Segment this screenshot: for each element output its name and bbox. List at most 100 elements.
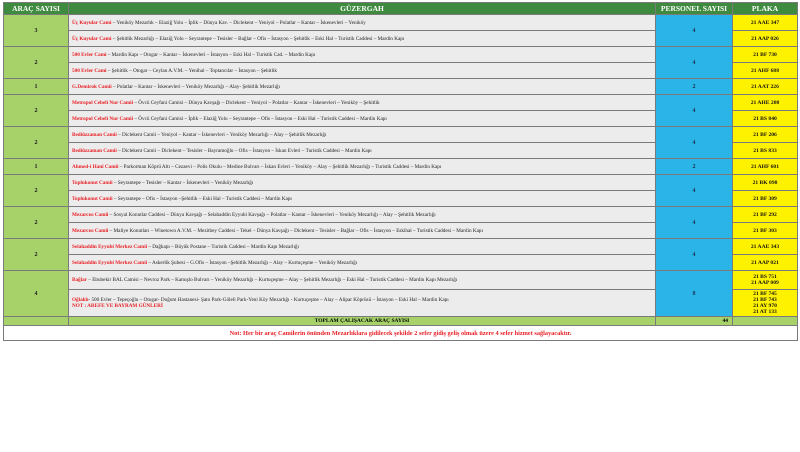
mosque-name: Toplukonut Camii (72, 179, 113, 186)
header-plaka: PLAKA (732, 2, 798, 15)
plaka-cell: 21 AAE 343 (732, 238, 798, 255)
plaka-cell: 21 BF 206 (732, 126, 798, 143)
route-text: – Sosyal Konutlar Caddesi – Dünya Kavşağ… (108, 211, 436, 218)
mosque-name: 500 Evler Cami (72, 67, 107, 74)
plate-number: 21 BF 303 (753, 227, 777, 234)
header-row: ARAÇ SAYISI GÜZERGAH PERSONEL SAYISI PLA… (3, 2, 798, 15)
route-table-body: 3 Üç Kuyular Cami – Yeniköy Mezarlık – El… (3, 14, 798, 317)
table-row: 1 G.Demirok Camii – Polatlar – Kantar – İ… (3, 78, 798, 95)
plaka-cell: 21 BS 751 21 AAP 009 (732, 270, 798, 290)
plaka-cell: 21 BF 309 (732, 190, 798, 207)
route-text: – Övcü Ceyfani Camisi – İplik – Elaziğ Y… (133, 115, 387, 122)
arac-sayisi-cell: 2 (3, 94, 69, 127)
route-cell: Bediüzzaman Camii – Diclekent Camii – Di… (68, 142, 656, 159)
route-cell: Bağlar – Ebubekir BAL Camisi – Nevroz Pa… (68, 270, 656, 290)
total-value: 44 (655, 316, 733, 326)
table-row: 4 Bağlar – Ebubekir BAL Camisi – Nevroz P… (3, 270, 798, 317)
mosque-name: 500 Evler Cami (72, 51, 107, 58)
route-cell: Bediüzzaman Camii – Diclekent Camii – Ye… (68, 126, 656, 143)
table-row: 2 Mezarcısı Camii – Sosyal Konutlar Cadde… (3, 206, 798, 239)
plaka-cell: 21 AHF 688 (732, 62, 798, 79)
arac-sayisi-cell: 2 (3, 174, 69, 207)
table-row: 2 Bediüzzaman Camii – Diclekent Camii – Y… (3, 126, 798, 159)
table-row: 2 500 Evler Cami – Mardin Kapı – Otogar –… (3, 46, 798, 79)
total-label: TOPLAM ÇALIŞACAK ARAÇ SAYISI (68, 316, 656, 326)
route-text: – Seyrantepe – Tesisler – Kantar – İsken… (112, 179, 254, 186)
header-personel-sayisi: PERSONEL SAYISI (655, 2, 733, 15)
plate-number: 21 AAP 021 (751, 259, 779, 266)
route-text: – Seyrantepe – Ofis – İstasyon –Şehitlik… (112, 195, 292, 202)
header-guzergah: GÜZERGAH (68, 2, 656, 15)
route-text: – Övcü Ceyfani Camisi – Dünya Kavşağı – … (133, 99, 380, 106)
footer-row: Not: Her bir araç Camilerin önünden Meza… (3, 325, 798, 341)
route-cell: Üç Kuyular Cami – Yeniköy Mezarlık – Ela… (68, 14, 656, 31)
plate-number: 21 BF 730 (753, 51, 777, 58)
plaka-cell: 21 BS 833 (732, 142, 798, 159)
plaka-cell: 21 AHE 208 (732, 94, 798, 111)
arac-sayisi-cell: 2 (3, 46, 69, 79)
route-text: – Parkorman Köprü Altı – Cezaevi – Polis… (118, 163, 442, 170)
route-cell: Toplukonut Camii – Seyrantepe – Ofis – İ… (68, 190, 656, 207)
personel-sayisi-cell: 4 (655, 46, 733, 79)
schedule-sheet: ARAÇ SAYISI GÜZERGAH PERSONEL SAYISI PLA… (3, 2, 798, 341)
mosque-name: Bediüzzaman Camii (72, 147, 117, 154)
plate-number: 21 AHF 601 (750, 163, 780, 170)
personel-sayisi-cell: 4 (655, 94, 733, 127)
plaka-cell: 21 AAE 347 (732, 14, 798, 31)
footer-note: Not: Her bir araç Camilerin önünden Meza… (3, 325, 798, 341)
plaka-cell: 21 BF 292 (732, 206, 798, 223)
table-row: 2 Metropol Cebeli Nur Camii – Övcü Ceyfan… (3, 94, 798, 127)
mosque-name: Mezarcısı Camii (72, 227, 109, 234)
route-text: – Mardin Kapı – Otogar – Kantar – İskene… (106, 51, 316, 58)
plaka-cell: 21 BF 730 (732, 46, 798, 63)
plate-number: 21 BS 840 (753, 115, 777, 122)
table-row: 2 Selahaddin Eyyubi Merkez Camii – Dağkap… (3, 238, 798, 271)
arac-sayisi-cell: 1 (3, 158, 69, 175)
table-row: 2 Toplukonut Camii – Seyrantepe – Tesisle… (3, 174, 798, 207)
total-row: TOPLAM ÇALIŞACAK ARAÇ SAYISI 44 (3, 316, 798, 326)
table-row: 1 Ahmed-i Hanî Camii – Parkorman Köprü Al… (3, 158, 798, 175)
plate-number: 21 BK 098 (752, 179, 778, 186)
route-text: – Şehitlik – Otogar – Ceylan A.V.M. – Ye… (106, 67, 277, 74)
plate-number: 21 BS 833 (753, 147, 777, 154)
mosque-name: Metropol Cebeli Nur Camii (72, 99, 134, 106)
plate-number: 21 BF 206 (753, 131, 777, 138)
route-cell: Oğlaklı- 500 Evler – Tepeçoğlu – Otogar-… (68, 289, 656, 317)
route-text: – Askerlik Şubesi – G.Ofis – İstasyon –Ş… (147, 259, 358, 266)
plaka-cell: 21 BS 840 (732, 110, 798, 127)
plaka-cell: 21 AAP 026 (732, 30, 798, 47)
arac-sayisi-cell: 4 (3, 270, 69, 317)
mosque-name: Toplukonut Camii (72, 195, 113, 202)
personel-sayisi-cell: 8 (655, 270, 733, 317)
route-cell: 500 Evler Cami – Mardin Kapı – Otogar – … (68, 46, 656, 63)
route-cell: G.Demirok Camii – Polatlar – Kantar – İs… (68, 78, 656, 95)
table-row: 3 Üç Kuyular Cami – Yeniköy Mezarlık – El… (3, 14, 798, 47)
personel-sayisi-cell: 4 (655, 238, 733, 271)
mosque-name: G.Demirok Camii (72, 83, 112, 90)
route-cell: Metropol Cebeli Nur Camii – Övcü Ceyfani… (68, 94, 656, 111)
route-note: NOT : AREFE VE BAYRAM GÜNLERİ (72, 303, 163, 309)
personel-sayisi-cell: 4 (655, 14, 733, 47)
mosque-name: Ahmed-i Hanî Camii (72, 163, 119, 170)
route-text: – Diclekent Camii – Diclekent – Tesisler… (116, 147, 372, 154)
route-text: – Ebubekir BAL Camisi – Nevroz Park – Ka… (87, 277, 458, 283)
plate-number: 21 AT 133 (753, 309, 777, 315)
route-table: ARAÇ SAYISI GÜZERGAH PERSONEL SAYISI PLA… (3, 2, 798, 341)
plaka-cell: 21 AAT 226 (732, 78, 798, 95)
route-cell: Mezarcısı Camii – Sosyal Konutlar Caddes… (68, 206, 656, 223)
header-arac-sayisi: ARAÇ SAYISI (3, 2, 69, 15)
mosque-name: Metropol Cebeli Nur Camii (72, 115, 134, 122)
plate-number: 21 BF 292 (753, 211, 777, 218)
arac-sayisi-cell: 2 (3, 206, 69, 239)
plate-number: 21 AAE 347 (750, 19, 780, 26)
plaka-cell: 21 BF 745 21 BF 743 21 AY 970 21 AT 133 (732, 289, 798, 317)
plate-number: 21 AAP 009 (751, 280, 779, 286)
plate-number: 21 AAE 343 (750, 243, 780, 250)
arac-sayisi-cell: 2 (3, 126, 69, 159)
mosque-name: Bağlar (72, 277, 87, 283)
mosque-name: Selahaddin Eyyubi Merkez Camii (72, 243, 148, 250)
plate-number: 21 BF 309 (753, 195, 777, 202)
route-cell: Toplukonut Camii – Seyrantepe – Tesisler… (68, 174, 656, 191)
mosque-name: Üç Kuyular Cami (72, 19, 112, 26)
mosque-name: Bediüzzaman Camii (72, 131, 117, 138)
